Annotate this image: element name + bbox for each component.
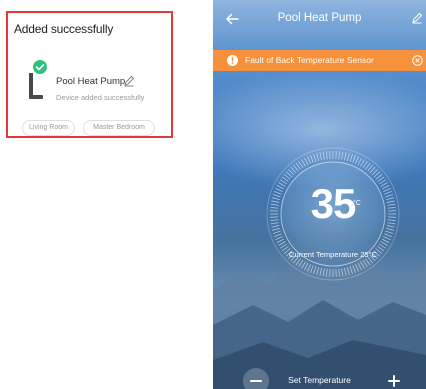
dial-tick bbox=[274, 233, 282, 237]
device-lamp-icon bbox=[29, 60, 47, 99]
dial-tick bbox=[319, 152, 322, 161]
dial-tick bbox=[381, 238, 390, 243]
dial-tick bbox=[276, 238, 285, 243]
dial-tick bbox=[341, 268, 344, 277]
dial-tick bbox=[344, 152, 347, 161]
dial-tick bbox=[380, 241, 388, 246]
dial-tick bbox=[357, 157, 362, 166]
top-bar: Pool Heat Pump bbox=[213, 0, 426, 44]
dial-tick bbox=[313, 266, 317, 275]
dial-tick bbox=[326, 151, 328, 160]
dial-tick bbox=[279, 243, 288, 249]
dial-tick bbox=[378, 243, 387, 249]
close-icon[interactable] bbox=[412, 55, 423, 66]
dial-tick bbox=[346, 267, 350, 275]
dial-tick bbox=[344, 267, 347, 276]
dial-tick bbox=[349, 266, 353, 275]
dial-tick bbox=[362, 259, 368, 268]
set-temperature-bar: Set Temperature bbox=[213, 363, 426, 389]
warning-icon bbox=[227, 55, 238, 66]
edit-icon[interactable] bbox=[411, 12, 423, 24]
room-chip-living-room[interactable]: Living Room bbox=[22, 120, 75, 136]
dial-tick bbox=[386, 227, 394, 231]
dial-tick bbox=[360, 261, 365, 269]
dial-tick bbox=[349, 153, 353, 162]
edit-icon[interactable] bbox=[123, 75, 135, 87]
dial-tick bbox=[338, 151, 340, 160]
dial-tick bbox=[316, 153, 320, 161]
dial-tick bbox=[355, 156, 359, 164]
dial-tick bbox=[322, 151, 325, 160]
dial-tick bbox=[316, 267, 320, 275]
page-title: Pool Heat Pump bbox=[277, 12, 362, 24]
dial-tick bbox=[307, 156, 311, 164]
dial-tick bbox=[313, 153, 317, 162]
room-chip-master-bedroom[interactable]: Master Bedroom bbox=[83, 120, 155, 136]
fault-message: Fault of Back Temperature Sensor bbox=[245, 55, 374, 65]
dial-tick bbox=[341, 151, 344, 160]
current-setpoint-value: 35 bbox=[310, 180, 357, 227]
dial-tick bbox=[275, 236, 283, 240]
dial-tick bbox=[272, 227, 280, 231]
dial-tick bbox=[357, 262, 362, 271]
dial-tick bbox=[278, 241, 286, 246]
dial-tick bbox=[298, 160, 304, 169]
dial-tick bbox=[355, 264, 359, 272]
dial-tick bbox=[352, 155, 356, 163]
plus-icon bbox=[388, 375, 400, 387]
dial-tick bbox=[385, 230, 394, 234]
dial-tick bbox=[301, 261, 306, 269]
dial-tick bbox=[360, 159, 365, 167]
dial-tick bbox=[310, 265, 314, 273]
increase-temperature-button[interactable] bbox=[381, 368, 407, 389]
dial-tick bbox=[298, 259, 304, 268]
dial-tick bbox=[346, 153, 350, 161]
dial-tick bbox=[272, 230, 281, 234]
dial-tick bbox=[383, 236, 391, 240]
dial-tick bbox=[304, 262, 309, 271]
added-successfully-card: Added successfully Pool Heat Pump Device… bbox=[6, 11, 173, 138]
added-title: Added successfully bbox=[14, 22, 114, 36]
dial-tick bbox=[384, 233, 392, 237]
device-control-screen: Pool Heat Pump Fault of Back Temperature… bbox=[213, 0, 426, 389]
dial-tick bbox=[326, 268, 328, 277]
dial-tick bbox=[310, 155, 314, 163]
current-temperature-caption: Current Temperature 25°C bbox=[289, 250, 377, 259]
dial-tick bbox=[362, 160, 368, 169]
dial-tick bbox=[304, 157, 309, 166]
device-status: Device added successfully bbox=[56, 93, 145, 102]
dial-tick bbox=[322, 268, 325, 277]
dial-tick bbox=[301, 159, 306, 167]
temperature-dial[interactable]: 35 °C Current Temperature 25°C bbox=[265, 146, 401, 282]
device-name: Pool Heat Pump bbox=[56, 76, 126, 87]
dial-tick bbox=[338, 268, 340, 277]
dial-tick bbox=[352, 265, 356, 273]
temperature-unit: °C bbox=[353, 200, 361, 207]
dial-tick bbox=[319, 267, 322, 276]
dial-tick bbox=[307, 264, 311, 272]
fault-banner[interactable]: Fault of Back Temperature Sensor bbox=[213, 50, 426, 71]
